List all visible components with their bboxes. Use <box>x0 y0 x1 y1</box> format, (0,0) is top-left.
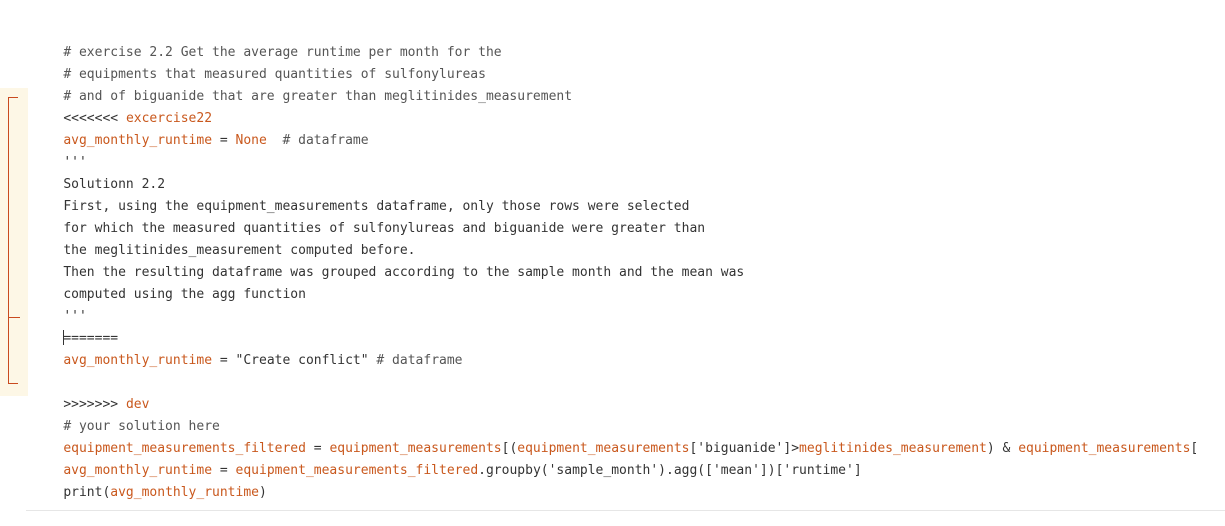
conflict-bracket-middle <box>8 317 20 318</box>
docstring-text: computed using the agg function <box>63 287 306 302</box>
code-line[interactable]: # and of biguanide that are greater than… <box>32 64 572 104</box>
code-line[interactable]: First, using the equipment_measurements … <box>32 174 689 214</box>
code-line[interactable]: the meglitinides_measurement computed be… <box>32 218 415 258</box>
operator: = <box>212 133 236 148</box>
code-line[interactable]: equipment_measurements_filtered = equipm… <box>32 416 1198 456</box>
code-line[interactable]: # your solution here <box>32 394 220 434</box>
conflict-separator-line[interactable]: ======= <box>32 306 118 346</box>
code-line[interactable]: ''' <box>32 130 86 170</box>
code-line[interactable]: Then the resulting dataframe was grouped… <box>32 240 744 280</box>
variable: equipment_measurements_filtered <box>235 463 479 478</box>
code-line[interactable]: for which the measured quantities of sul… <box>32 196 705 236</box>
method-chain: .groupby('sample_month').agg(['mean'])['… <box>478 463 862 478</box>
code-line[interactable]: # equipments that measured quantities of… <box>32 42 486 82</box>
punctuation: [ <box>1190 441 1199 456</box>
string-literal: "Create conflict" <box>235 353 369 368</box>
code-line[interactable]: ''' <box>32 284 86 324</box>
code-line[interactable]: avg_monthly_runtime = None # dataframe <box>32 108 368 148</box>
variable: avg_monthly_runtime <box>110 485 259 500</box>
code-line[interactable]: computed using the agg function <box>32 262 306 302</box>
cell-bottom-divider <box>26 510 1225 511</box>
function-call: print( <box>63 485 111 500</box>
variable: equipment_measurements <box>1018 441 1191 456</box>
code-line[interactable]: print(avg_monthly_runtime) <box>32 460 267 500</box>
code-line[interactable]: # exercise 2.2 Get the average runtime p… <box>32 20 501 60</box>
punctuation: ) & <box>986 441 1019 456</box>
comment: # dataframe <box>368 353 463 368</box>
variable: avg_monthly_runtime <box>63 353 213 368</box>
conflict-end-line[interactable]: >>>>>>> dev <box>32 372 149 412</box>
code-line[interactable]: avg_monthly_runtime = equipment_measurem… <box>32 438 861 478</box>
conflict-bracket-top <box>8 97 18 98</box>
conflict-bracket-bottom <box>8 383 18 384</box>
code-line[interactable]: avg_monthly_runtime = "Create conflict" … <box>32 328 462 368</box>
code-editor[interactable]: # exercise 2.2 Get the average runtime p… <box>0 20 1225 500</box>
keyword-none: None <box>235 133 267 148</box>
conflict-start-line[interactable]: <<<<<<< excercise22 <box>32 86 212 126</box>
comment: # dataframe <box>266 133 369 148</box>
punctuation: ) <box>259 485 267 500</box>
conflict-bracket <box>8 97 18 384</box>
code-line[interactable]: Solutionn 2.2 <box>32 152 165 192</box>
operator: = <box>212 353 236 368</box>
